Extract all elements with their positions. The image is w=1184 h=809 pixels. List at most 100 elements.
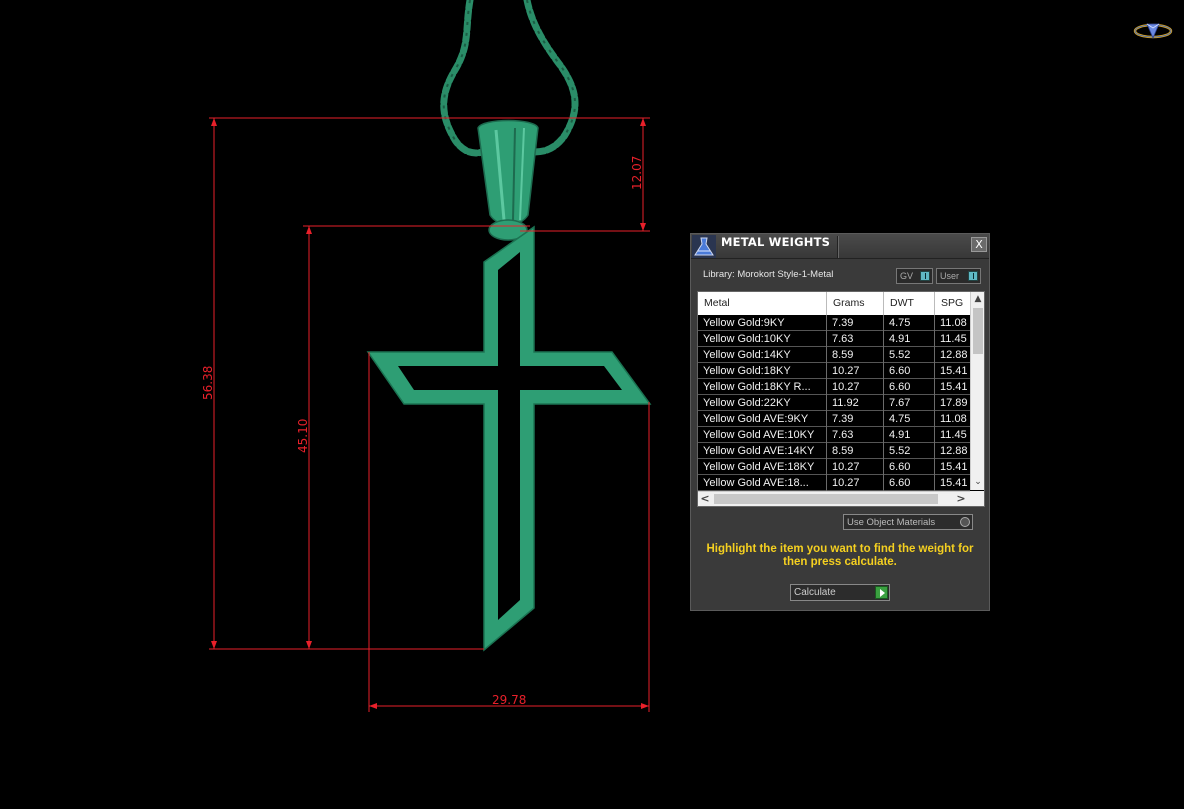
cell-metal: Yellow Gold:18KY R...: [698, 379, 827, 395]
cell-spg: 12.88: [935, 347, 970, 363]
cell-spg: 11.45: [935, 427, 970, 443]
library-label: Library: Morokort Style-1-Metal: [703, 269, 834, 280]
cell-dwt: 4.75: [884, 315, 935, 331]
dim-overall-height: 56.38: [201, 366, 215, 400]
cell-grams: 10.27: [827, 379, 884, 395]
horizontal-scroll-thumb[interactable]: [714, 494, 938, 504]
vertical-scrollbar[interactable]: ▲ ⌄: [970, 292, 984, 490]
table-header: Metal Grams DWT SPG: [698, 292, 975, 315]
cell-spg: 15.41: [935, 363, 970, 379]
cell-grams: 8.59: [827, 347, 884, 363]
table-row[interactable]: Yellow Gold:14KY 8.59 5.52 12.88: [698, 347, 970, 363]
cell-spg: 15.41: [935, 379, 970, 395]
logo-icon: [1133, 23, 1173, 40]
column-header-spg[interactable]: SPG: [935, 292, 975, 315]
cell-metal: Yellow Gold:14KY: [698, 347, 827, 363]
hint-text: Highlight the item you want to find the …: [706, 543, 974, 568]
cell-spg: 11.08: [935, 411, 970, 427]
cell-dwt: 4.91: [884, 331, 935, 347]
cell-metal: Yellow Gold AVE:10KY: [698, 427, 827, 443]
play-icon: [875, 586, 888, 599]
cell-dwt: 6.60: [884, 379, 935, 395]
flask-icon: [692, 235, 716, 258]
dimension-lines: [209, 117, 650, 712]
table-row[interactable]: Yellow Gold AVE:9KY 7.39 4.75 11.08: [698, 411, 970, 427]
cell-dwt: 5.52: [884, 443, 935, 459]
dim-bail-height: 12.07: [630, 156, 644, 190]
toggle-knob-icon: [920, 271, 930, 281]
calculate-button[interactable]: Calculate: [790, 584, 890, 601]
use-object-materials-toggle[interactable]: Use Object Materials: [843, 514, 973, 530]
vertical-scroll-thumb[interactable]: [973, 308, 983, 354]
table-row[interactable]: Yellow Gold:18KY R... 10.27 6.60 15.41: [698, 379, 970, 395]
viewport[interactable]: 56.38 45.10 12.07 29.78: [0, 0, 1184, 809]
cell-spg: 12.88: [935, 443, 970, 459]
cell-grams: 10.27: [827, 363, 884, 379]
table-row[interactable]: Yellow Gold AVE:10KY 7.63 4.91 11.45: [698, 427, 970, 443]
table-row[interactable]: Yellow Gold:9KY 7.39 4.75 11.08: [698, 315, 970, 331]
cell-metal: Yellow Gold:22KY: [698, 395, 827, 411]
gv-toggle-label: GV: [900, 271, 914, 281]
toggle-knob-icon: [968, 271, 978, 281]
panel-titlebar[interactable]: METAL WEIGHTS X: [691, 234, 989, 259]
cell-dwt: 6.60: [884, 459, 935, 475]
metal-table[interactable]: Metal Grams DWT SPG Yellow Gold:9KY 7.39 4…: [697, 291, 985, 507]
titlebar-divider: [837, 236, 839, 258]
cell-grams: 7.63: [827, 427, 884, 443]
table-row[interactable]: Yellow Gold AVE:18... 10.27 6.60 15.41: [698, 475, 970, 491]
column-header-dwt[interactable]: DWT: [884, 292, 935, 315]
cell-dwt: 4.91: [884, 427, 935, 443]
use-object-materials-label: Use Object Materials: [847, 517, 936, 528]
cell-metal: Yellow Gold:9KY: [698, 315, 827, 331]
gv-toggle[interactable]: GV: [896, 268, 933, 284]
cross-pendant: [366, 225, 652, 652]
close-button[interactable]: X: [971, 237, 987, 252]
table-row[interactable]: Yellow Gold:18KY 10.27 6.60 15.41: [698, 363, 970, 379]
scroll-left-icon[interactable]: <: [698, 492, 712, 506]
horizontal-scrollbar[interactable]: < >: [698, 491, 970, 506]
cell-metal: Yellow Gold AVE:9KY: [698, 411, 827, 427]
cell-spg: 11.45: [935, 331, 970, 347]
user-toggle-label: User: [940, 271, 960, 281]
cell-metal: Yellow Gold AVE:18...: [698, 475, 827, 491]
cell-metal: Yellow Gold AVE:18KY: [698, 459, 827, 475]
table-row[interactable]: Yellow Gold AVE:14KY 8.59 5.52 12.88: [698, 443, 970, 459]
table-row[interactable]: Yellow Gold AVE:18KY 10.27 6.60 15.41: [698, 459, 970, 475]
cell-dwt: 4.75: [884, 411, 935, 427]
cell-dwt: 6.60: [884, 363, 935, 379]
cell-spg: 15.41: [935, 475, 970, 491]
table-row[interactable]: Yellow Gold:10KY 7.63 4.91 11.45: [698, 331, 970, 347]
scrollbar-corner: [970, 491, 984, 506]
panel-title: METAL WEIGHTS: [721, 235, 831, 249]
dim-cross-height: 45.10: [296, 419, 310, 453]
cell-grams: 7.39: [827, 315, 884, 331]
cell-spg: 15.41: [935, 459, 970, 475]
table-row[interactable]: Yellow Gold:22KY 11.92 7.67 17.89: [698, 395, 970, 411]
cell-dwt: 7.67: [884, 395, 935, 411]
column-header-metal[interactable]: Metal: [698, 292, 827, 315]
cell-metal: Yellow Gold:10KY: [698, 331, 827, 347]
cell-grams: 11.92: [827, 395, 884, 411]
cell-dwt: 6.60: [884, 475, 935, 491]
dim-width: 29.78: [492, 693, 526, 707]
bail: [477, 119, 539, 241]
scroll-down-icon[interactable]: ⌄: [971, 475, 984, 489]
cell-metal: Yellow Gold:18KY: [698, 363, 827, 379]
cell-spg: 17.89: [935, 395, 970, 411]
cell-grams: 10.27: [827, 459, 884, 475]
cell-grams: 8.59: [827, 443, 884, 459]
cell-dwt: 5.52: [884, 347, 935, 363]
scroll-right-icon[interactable]: >: [954, 492, 968, 506]
user-toggle[interactable]: User: [936, 268, 981, 284]
calculate-label: Calculate: [794, 587, 836, 598]
cell-grams: 7.63: [827, 331, 884, 347]
metal-weights-panel: METAL WEIGHTS X Library: Morokort Style-…: [690, 233, 990, 611]
radio-icon: [960, 517, 970, 527]
cell-grams: 7.39: [827, 411, 884, 427]
cell-grams: 10.27: [827, 475, 884, 491]
cell-metal: Yellow Gold AVE:14KY: [698, 443, 827, 459]
column-header-grams[interactable]: Grams: [827, 292, 884, 315]
scroll-up-icon[interactable]: ▲: [971, 292, 984, 306]
table-body: Yellow Gold:9KY 7.39 4.75 11.08 Yellow Gold…: [698, 315, 970, 491]
cell-spg: 11.08: [935, 315, 970, 331]
